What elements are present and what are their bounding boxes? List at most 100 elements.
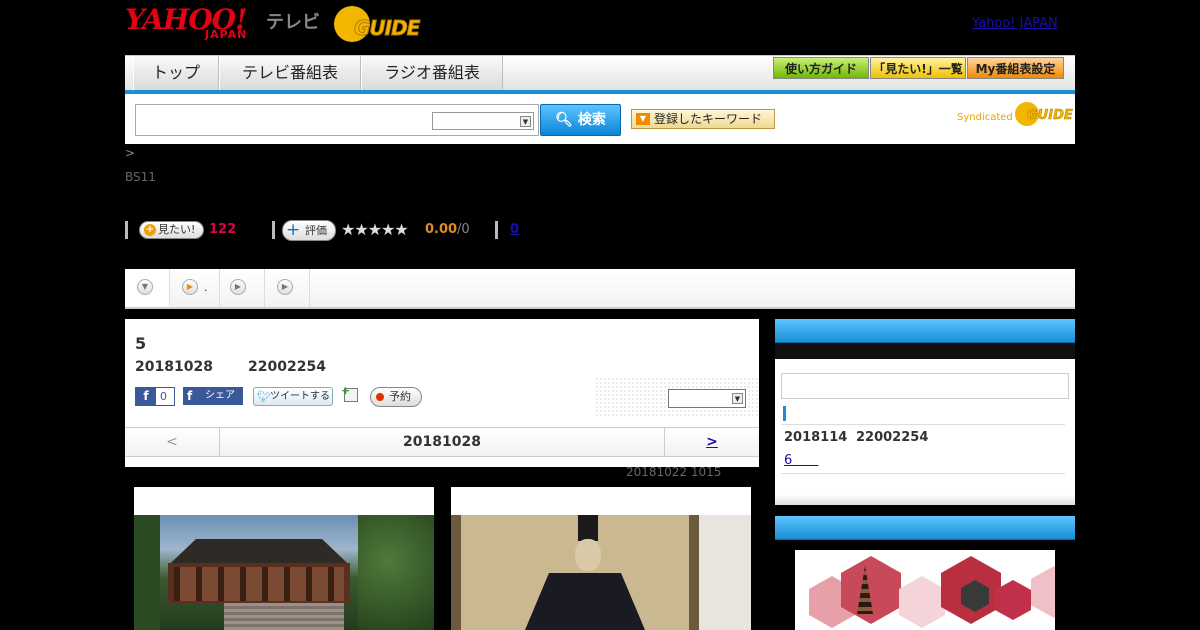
twitter-bird-icon: 🐦︎ xyxy=(257,390,271,403)
episode-panel: 5 20181028 22002254 f 0 f シェア 🐦︎ ツイートする … xyxy=(125,319,759,467)
figure-hat-shape xyxy=(578,515,598,541)
sidebar-footer xyxy=(775,495,1075,505)
guide-button[interactable]: 使い方ガイド xyxy=(773,57,869,79)
temple-roof-shape xyxy=(170,539,348,563)
rating-stars: ★★★★★ xyxy=(341,220,409,239)
tab-4[interactable]: ▶ xyxy=(265,269,310,307)
next-episode-link[interactable]: > xyxy=(664,428,759,456)
rating-score: 0.00 xyxy=(425,222,458,237)
chevron-down-icon: ▼ xyxy=(520,116,531,127)
calendar-add-icon[interactable]: + xyxy=(341,384,358,402)
episode-date: 20181028 xyxy=(135,359,213,375)
play-icon: ▶ xyxy=(230,279,246,295)
gguide-logo[interactable]: GUIDE xyxy=(334,6,434,42)
tv-logo-text[interactable]: テレビ xyxy=(266,8,320,34)
sidebar-header xyxy=(775,319,1075,343)
sidebar-banner-box xyxy=(775,516,1075,630)
rate-button[interactable]: + 評価 xyxy=(282,220,336,241)
facebook-like-button[interactable]: f 0 xyxy=(135,387,175,406)
portrait-image xyxy=(451,515,751,630)
program-photo-temple[interactable] xyxy=(134,487,434,630)
facebook-like-count: 0 xyxy=(160,390,167,403)
chevron-down-icon: ▼ xyxy=(732,393,743,404)
episode-nav-date: 20181028 xyxy=(403,434,481,450)
yahoo-japan-link[interactable]: Yahoo! JAPAN xyxy=(972,16,1058,31)
play-icon: ▶ xyxy=(182,279,198,295)
hex-shape xyxy=(1031,566,1055,618)
tree-shape xyxy=(134,515,160,630)
search-icon: 🔍︎ xyxy=(555,112,573,128)
mitai-count: 122 xyxy=(209,222,237,237)
next-broadcast-date: 2018114 xyxy=(784,430,848,445)
prev-episode-button[interactable]: < xyxy=(125,428,220,456)
facebook-share-label: シェア xyxy=(205,390,235,401)
registered-keyword-button[interactable]: ▼ 登録したキーワード xyxy=(631,109,775,129)
tab-program-info[interactable]: ▼ xyxy=(125,269,170,307)
sidebar-input[interactable] xyxy=(781,373,1069,399)
divider xyxy=(495,221,498,239)
plus-icon: + xyxy=(286,220,301,240)
review-count-link[interactable]: 0 xyxy=(510,222,519,237)
episode-time: 22002254 xyxy=(248,359,326,375)
mitai-button[interactable]: + 見たい! xyxy=(139,221,204,239)
nav-tab-radio-schedule[interactable]: ラジオ番組表 xyxy=(361,56,503,90)
record-reserve-button[interactable]: 予約 xyxy=(370,387,422,407)
updated-timestamp: 20181022 1015 xyxy=(626,465,722,479)
channel-name: BS11 xyxy=(125,170,156,184)
facebook-icon: f xyxy=(187,389,193,403)
episode-select[interactable]: ▼ xyxy=(668,389,746,408)
plus-icon: + xyxy=(144,224,156,236)
divider xyxy=(781,424,1065,425)
facebook-icon: f xyxy=(136,388,156,405)
tab-label: . xyxy=(204,281,208,294)
facebook-share-button[interactable]: f シェア xyxy=(183,387,243,405)
rate-button-label: 評価 xyxy=(305,224,327,237)
nav-tab-tv-schedule[interactable]: テレビ番組表 xyxy=(219,56,361,90)
wall-shape xyxy=(699,515,751,630)
tab-2[interactable]: ▶ . xyxy=(170,269,220,307)
dropdown-triangle-icon: ▼ xyxy=(636,113,650,125)
promo-banner[interactable] xyxy=(795,550,1055,630)
program-photo-portrait[interactable] xyxy=(451,487,751,630)
syndicated-gguide-logo: GUIDE xyxy=(1015,102,1073,126)
divider xyxy=(272,221,275,239)
scroll-edge-shape xyxy=(451,515,461,630)
record-reserve-label: 予約 xyxy=(389,390,411,403)
hex-shape xyxy=(899,576,945,628)
divider xyxy=(125,221,128,239)
figure-face-shape xyxy=(575,539,601,571)
episode-navigation: < 20181028 > xyxy=(125,427,759,457)
scroll-edge-shape xyxy=(689,515,699,630)
temple-columns-shape xyxy=(174,567,344,601)
sidebar-next-broadcast: 2018114 22002254 6 xyxy=(775,319,1075,505)
next-episode-title-link[interactable]: 6 xyxy=(784,449,818,468)
mitai-button-label: 見たい! xyxy=(158,223,196,236)
play-icon: ▶ xyxy=(277,279,293,295)
nav-tab-top[interactable]: トップ xyxy=(133,56,219,90)
tweet-button[interactable]: 🐦︎ ツイートする xyxy=(253,387,333,406)
program-tabs: ▼ ▶ . ▶ ▶ xyxy=(125,269,1075,309)
rating-count: /0 xyxy=(457,222,470,237)
my-schedule-button[interactable]: My番組表設定 xyxy=(967,57,1064,79)
gguide-logo-text: GUIDE xyxy=(353,16,420,41)
main-nav: トップ テレビ番組表 ラジオ番組表 使い方ガイド 「見たい!」一覧 My番組表設… xyxy=(125,55,1075,94)
tree-shape xyxy=(358,515,434,630)
search-category-select[interactable]: ▼ xyxy=(432,112,534,130)
sidebar-header xyxy=(775,516,1075,540)
chevron-down-icon: ▼ xyxy=(137,279,153,295)
syndicated-label: Syndicated xyxy=(957,112,1013,123)
tab-3[interactable]: ▶ xyxy=(220,269,265,307)
registered-keyword-label: 登録したキーワード xyxy=(654,112,763,126)
section-marker xyxy=(783,406,786,421)
breadcrumb[interactable]: > xyxy=(125,146,135,160)
temple-steps-shape xyxy=(224,603,344,630)
temple-image xyxy=(134,515,434,630)
mitai-list-button[interactable]: 「見たい!」一覧 xyxy=(870,57,966,79)
search-button-label: 検索 xyxy=(577,112,606,128)
search-button[interactable]: 🔍︎ 検索 xyxy=(540,104,621,136)
tweet-label: ツイートする xyxy=(270,391,330,402)
record-dot-icon xyxy=(376,393,384,401)
search-bar: ▼ 🔍︎ 検索 ▼ 登録したキーワード Syndicated GUIDE xyxy=(125,94,1075,144)
divider xyxy=(781,473,1065,474)
episode-title: 5 xyxy=(135,334,147,353)
